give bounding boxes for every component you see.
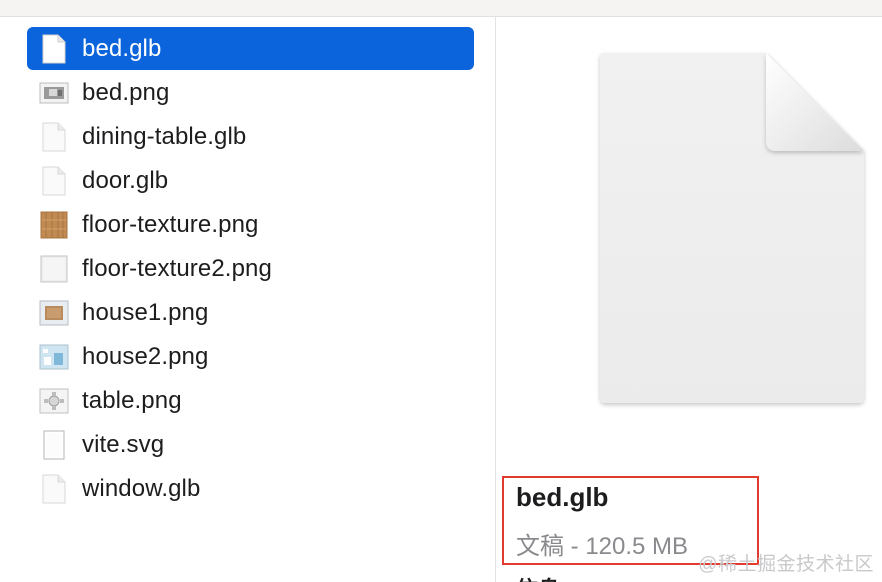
file-row-table-png[interactable]: table.png (27, 379, 474, 422)
image-thumbnail-icon (39, 384, 69, 418)
file-row-floor-texture-png[interactable]: floor-texture.png (27, 203, 474, 246)
wood-texture-thumbnail-icon (39, 208, 69, 242)
file-name: bed.png (82, 78, 170, 106)
file-row-house1-png[interactable]: house1.png (27, 291, 474, 334)
blank-document-icon (39, 32, 69, 66)
toolbar-edge (0, 0, 882, 17)
file-row-house2-png[interactable]: house2.png (27, 335, 474, 378)
file-row-vite-svg[interactable]: vite.svg (27, 423, 474, 466)
blank-document-icon (39, 472, 69, 506)
large-document-icon (596, 47, 868, 409)
watermark: @稀土掘金技术社区 (698, 554, 874, 575)
file-list: bed.glb bed.png dining-table.glb door.gl… (0, 17, 495, 582)
file-row-window-glb[interactable]: window.glb (27, 467, 474, 510)
light-texture-thumbnail-icon (39, 252, 69, 286)
blank-document-icon (39, 164, 69, 198)
file-row-door-glb[interactable]: door.glb (27, 159, 474, 202)
file-name: house1.png (82, 298, 209, 326)
file-row-dining-table-glb[interactable]: dining-table.glb (27, 115, 474, 158)
file-name: floor-texture2.png (82, 254, 272, 282)
file-name: table.png (82, 386, 182, 414)
svg-document-icon (39, 428, 69, 462)
file-row-floor-texture2-png[interactable]: floor-texture2.png (27, 247, 474, 290)
file-name: bed.glb (82, 34, 162, 62)
preview-section-heading: 信息 (516, 572, 560, 582)
preview-file-meta: 文稿 - 120.5 MB (516, 533, 689, 560)
file-name: dining-table.glb (82, 122, 247, 150)
image-thumbnail-icon (39, 76, 69, 110)
file-name: floor-texture.png (82, 210, 259, 238)
file-name: vite.svg (82, 430, 165, 458)
file-row-bed-glb[interactable]: bed.glb (27, 27, 474, 70)
image-thumbnail-icon (39, 340, 69, 374)
file-name: window.glb (82, 474, 201, 502)
file-row-bed-png[interactable]: bed.png (27, 71, 474, 114)
image-thumbnail-icon (39, 296, 69, 330)
preview-file-name: bed.glb (516, 482, 609, 512)
blank-document-icon (39, 120, 69, 154)
file-name: house2.png (82, 342, 209, 370)
file-name: door.glb (82, 166, 169, 194)
